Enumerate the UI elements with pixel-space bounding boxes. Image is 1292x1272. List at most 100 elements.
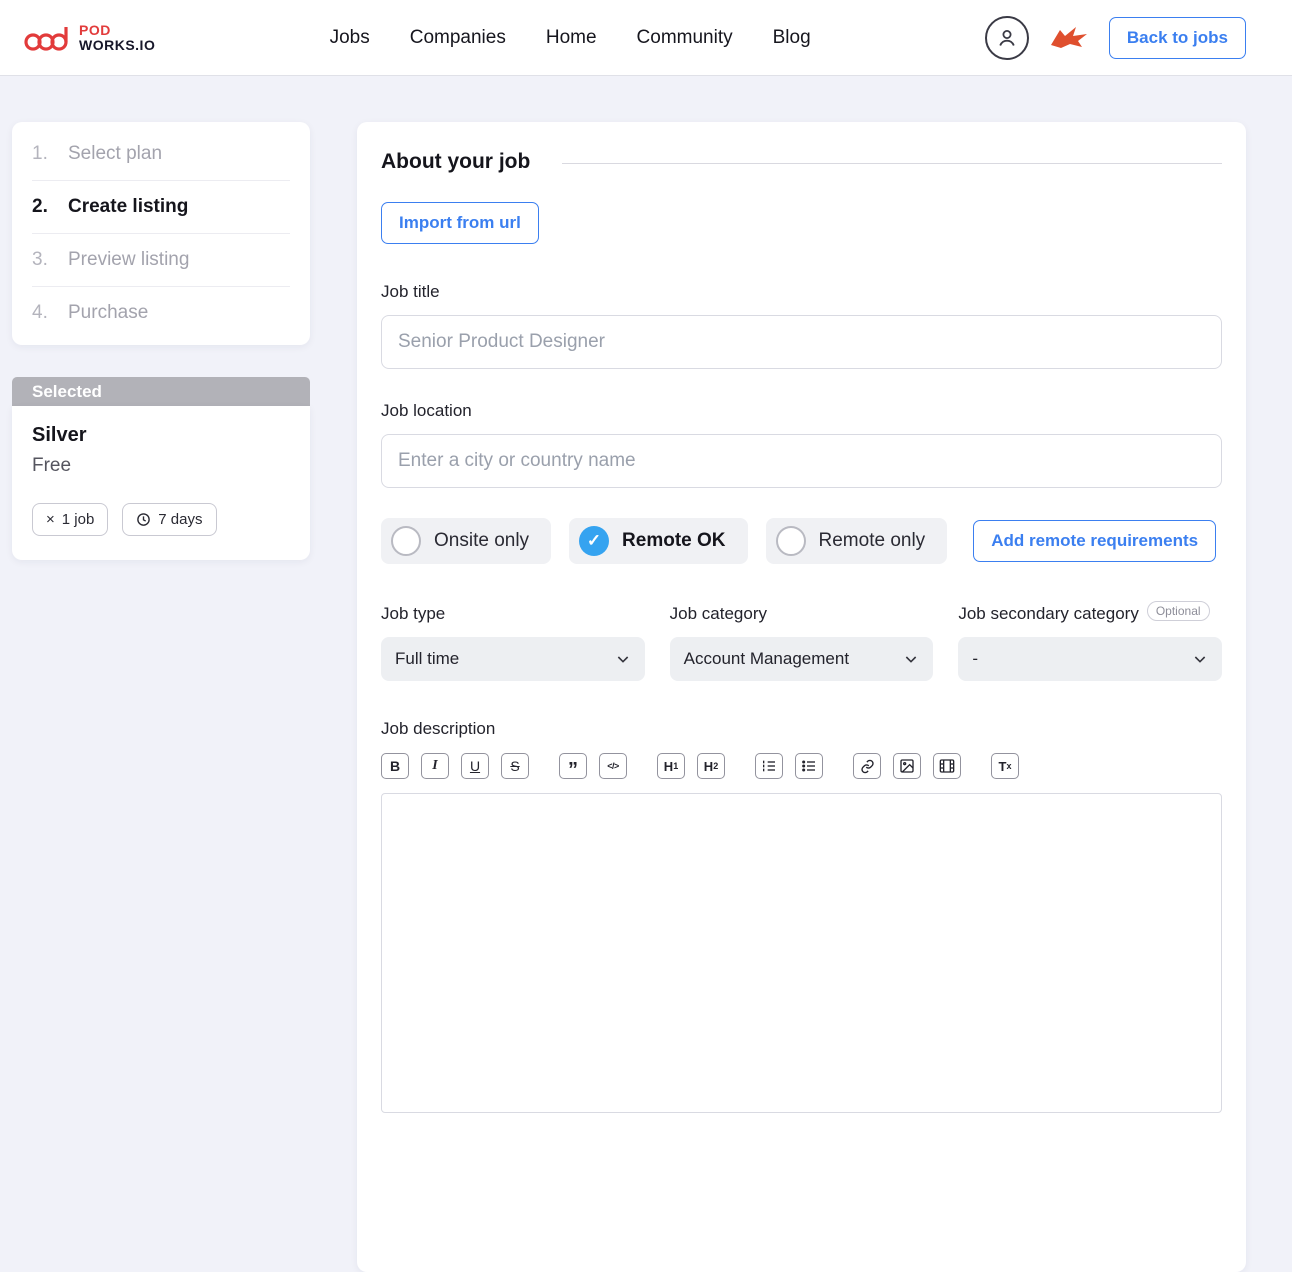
logo-mark-icon xyxy=(24,22,72,54)
chevron-down-icon xyxy=(1192,651,1208,667)
clear-formatting-icon[interactable]: Tx xyxy=(991,753,1019,779)
editor-toolbar: B I U S ” </> H1 H2 xyxy=(381,753,1222,779)
text-style-group: B I U S xyxy=(381,753,529,779)
user-icon xyxy=(995,26,1019,50)
logo[interactable]: POD WORKS.IO xyxy=(24,22,155,54)
job-title-label: Job title xyxy=(381,282,1222,302)
video-icon[interactable] xyxy=(933,753,961,779)
clock-icon xyxy=(136,512,151,527)
nav-right: Back to jobs xyxy=(985,16,1246,60)
remote-only-option[interactable]: Remote only xyxy=(766,518,948,564)
job-category-label: Job category xyxy=(670,604,767,624)
title-divider xyxy=(562,163,1222,164)
job-description-editor[interactable] xyxy=(381,793,1222,1113)
step-label: Purchase xyxy=(68,302,148,324)
bullet-list-icon[interactable] xyxy=(795,753,823,779)
job-category-select[interactable]: Account Management xyxy=(670,637,934,681)
radio-unchecked-icon xyxy=(391,526,421,556)
job-secondary-category-label: Job secondary category xyxy=(958,604,1139,624)
about-job-card: About your job Import from url Job title… xyxy=(357,122,1246,1272)
job-type-label: Job type xyxy=(381,604,445,624)
nav-links: Jobs Companies Home Community Blog xyxy=(330,27,811,49)
jobs-count-label: 1 job xyxy=(62,511,95,528)
remote-ok-option[interactable]: ✓ Remote OK xyxy=(569,518,747,564)
heading-1-icon[interactable]: H1 xyxy=(657,753,685,779)
italic-icon[interactable]: I xyxy=(421,753,449,779)
optional-badge: Optional xyxy=(1147,601,1210,621)
left-sidebar: 1. Select plan 2. Create listing 3. Prev… xyxy=(12,122,310,560)
nav-link-community[interactable]: Community xyxy=(637,27,733,49)
nav-link-companies[interactable]: Companies xyxy=(410,27,506,49)
account-button[interactable] xyxy=(985,16,1029,60)
remote-ok-label: Remote OK xyxy=(622,530,725,552)
underline-icon[interactable]: U xyxy=(461,753,489,779)
step-number: 4. xyxy=(32,302,56,324)
job-location-input[interactable] xyxy=(381,434,1222,488)
job-secondary-category-column: Job secondary category Optional - xyxy=(958,604,1222,681)
clear-group: Tx xyxy=(991,753,1019,779)
plan-body: Silver Free × 1 job 7 days xyxy=(12,406,310,560)
job-description-label: Job description xyxy=(381,719,1222,739)
media-group xyxy=(853,753,961,779)
job-category-column: Job category Account Management xyxy=(670,604,934,681)
nav-link-home[interactable]: Home xyxy=(546,27,597,49)
logo-text: POD WORKS.IO xyxy=(79,23,155,52)
remote-only-label: Remote only xyxy=(819,530,926,552)
image-icon[interactable] xyxy=(893,753,921,779)
check-circle-icon: ✓ xyxy=(579,526,609,556)
plan-name: Silver xyxy=(32,424,290,447)
onsite-only-option[interactable]: Onsite only xyxy=(381,518,551,564)
step-label: Select plan xyxy=(68,143,162,165)
job-type-select[interactable]: Full time xyxy=(381,637,645,681)
category-selects-row: Job type Full time Job category Account … xyxy=(381,604,1222,681)
step-number: 1. xyxy=(32,143,56,165)
bold-icon[interactable]: B xyxy=(381,753,409,779)
job-location-label: Job location xyxy=(381,401,1222,421)
plan-header-band: Selected xyxy=(12,377,310,406)
step-create-listing[interactable]: 2. Create listing xyxy=(32,181,290,234)
logo-text-works: WORKS.IO xyxy=(79,38,155,53)
job-type-value: Full time xyxy=(395,649,459,669)
ordered-list-icon[interactable] xyxy=(755,753,783,779)
selected-plan-card: Selected Silver Free × 1 job xyxy=(12,377,310,560)
step-label: Preview listing xyxy=(68,249,189,271)
multiply-icon: × xyxy=(46,511,55,528)
back-to-jobs-button[interactable]: Back to jobs xyxy=(1109,17,1246,59)
logo-text-pod: POD xyxy=(79,23,155,38)
step-purchase[interactable]: 4. Purchase xyxy=(32,287,290,339)
section-title: About your job xyxy=(381,150,530,174)
duration-label: 7 days xyxy=(158,511,202,528)
onsite-only-label: Onsite only xyxy=(434,530,529,552)
strikethrough-icon[interactable]: S xyxy=(501,753,529,779)
import-from-url-button[interactable]: Import from url xyxy=(381,202,539,244)
duration-badge: 7 days xyxy=(122,503,216,536)
step-preview-listing[interactable]: 3. Preview listing xyxy=(32,234,290,287)
job-title-input[interactable] xyxy=(381,315,1222,369)
section-title-row: About your job xyxy=(381,150,1222,174)
radio-unchecked-icon xyxy=(776,526,806,556)
job-secondary-category-value: - xyxy=(972,649,978,669)
step-number: 3. xyxy=(32,249,56,271)
chevron-down-icon xyxy=(615,651,631,667)
step-select-plan[interactable]: 1. Select plan xyxy=(32,128,290,181)
job-category-value: Account Management xyxy=(684,649,849,669)
job-type-column: Job type Full time xyxy=(381,604,645,681)
blockquote-icon[interactable]: ” xyxy=(559,753,587,779)
mascot-icon xyxy=(1049,25,1089,51)
code-block-icon[interactable]: </> xyxy=(599,753,627,779)
block-group: ” </> xyxy=(559,753,627,779)
heading-2-icon[interactable]: H2 xyxy=(697,753,725,779)
remote-options-row: Onsite only ✓ Remote OK Remote only Add … xyxy=(381,518,1222,564)
add-remote-requirements-button[interactable]: Add remote requirements xyxy=(973,520,1216,562)
job-secondary-category-select[interactable]: - xyxy=(958,637,1222,681)
step-number: 2. xyxy=(32,196,56,218)
page: POD WORKS.IO Jobs Companies Home Communi… xyxy=(0,0,1292,1272)
nav-link-blog[interactable]: Blog xyxy=(773,27,811,49)
steps-card: 1. Select plan 2. Create listing 3. Prev… xyxy=(12,122,310,345)
link-icon[interactable] xyxy=(853,753,881,779)
top-navbar: POD WORKS.IO Jobs Companies Home Communi… xyxy=(0,0,1292,75)
jobs-count-badge: × 1 job xyxy=(32,503,108,536)
plan-price: Free xyxy=(32,455,290,477)
heading-group: H1 H2 xyxy=(657,753,725,779)
nav-link-jobs[interactable]: Jobs xyxy=(330,27,370,49)
